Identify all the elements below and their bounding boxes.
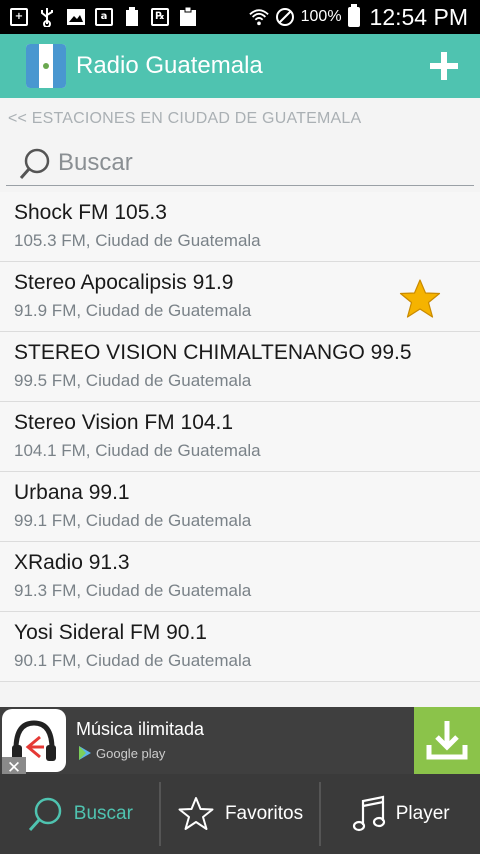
google-play-icon <box>79 746 91 760</box>
search-icon <box>18 147 50 179</box>
favorite-star-icon[interactable] <box>398 278 442 320</box>
nav-favoritos[interactable]: Favoritos <box>161 774 320 854</box>
search-input[interactable] <box>56 147 460 178</box>
battery-icon <box>347 4 360 27</box>
ad-banner[interactable]: ✕ Música ilimitada Google play <box>0 707 480 779</box>
station-name: XRadio 91.3 <box>14 551 130 574</box>
nav-buscar[interactable]: Buscar <box>0 774 159 854</box>
add-station-button[interactable] <box>430 52 458 80</box>
guatemala-flag-icon <box>26 44 66 88</box>
do-not-disturb-icon <box>275 7 295 27</box>
station-row[interactable]: Yosi Sideral FM 90.1 90.1 FM, Ciudad de G… <box>0 612 480 682</box>
station-name: Stereo Vision FM 104.1 <box>14 411 234 434</box>
image-icon <box>66 7 86 27</box>
station-row[interactable]: XRadio 91.3 91.3 FM, Ciudad de Guatemala <box>0 542 480 612</box>
station-name: Stereo Apocalipsis 91.9 <box>14 271 234 294</box>
search-bar <box>6 140 474 186</box>
station-name: Shock FM 105.3 <box>14 201 167 224</box>
station-row[interactable]: Stereo Vision FM 104.1 104.1 FM, Ciudad d… <box>0 402 480 472</box>
nav-player[interactable]: Player <box>321 774 480 854</box>
google-play-badge: Google play <box>78 745 165 761</box>
usb-icon <box>37 7 57 27</box>
amazon-icon: a <box>95 8 113 26</box>
station-name: STEREO VISION CHIMALTENANGO 99.5 <box>14 341 412 364</box>
add-box-icon: + <box>10 8 28 26</box>
station-name: Urbana 99.1 <box>14 481 130 504</box>
station-list: Shock FM 105.3 105.3 FM, Ciudad de Guatem… <box>0 192 480 682</box>
station-row[interactable]: Shock FM 105.3 105.3 FM, Ciudad de Guatem… <box>0 192 480 262</box>
station-detail: 104.1 FM, Ciudad de Guatemala <box>14 441 261 460</box>
rx-icon: ℞ <box>151 8 169 26</box>
station-row[interactable]: Stereo Apocalipsis 91.9 91.9 FM, Ciudad d… <box>0 262 480 332</box>
clock: 12:54 PM <box>369 3 468 30</box>
clipboard-icon <box>178 7 198 27</box>
status-bar: + a ℞ 100% 12:54 PM <box>0 0 480 34</box>
station-detail: 99.1 FM, Ciudad de Guatemala <box>14 511 252 530</box>
bottom-navigation: Buscar Favoritos Player <box>0 774 480 854</box>
station-detail: 99.5 FM, Ciudad de Guatemala <box>14 371 252 390</box>
station-detail: 105.3 FM, Ciudad de Guatemala <box>14 231 261 250</box>
app-bar: Radio Guatemala <box>0 34 480 98</box>
download-icon[interactable] <box>414 707 480 774</box>
wifi-icon <box>248 7 269 27</box>
search-icon <box>28 797 62 832</box>
station-row[interactable]: STEREO VISION CHIMALTENANGO 99.5 99.5 FM,… <box>0 332 480 402</box>
station-detail: 91.9 FM, Ciudad de Guatemala <box>14 301 252 320</box>
station-row[interactable]: Urbana 99.1 99.1 FM, Ciudad de Guatemala <box>0 472 480 542</box>
battery-100-icon <box>122 7 142 27</box>
battery-percent: 100% <box>300 8 342 25</box>
station-detail: 91.3 FM, Ciudad de Guatemala <box>14 581 252 600</box>
station-detail: 90.1 FM, Ciudad de Guatemala <box>14 651 252 670</box>
ad-title: Música ilimitada <box>76 719 205 739</box>
breadcrumb-back-link[interactable]: << ESTACIONES EN CIUDAD DE GUATEMALA <box>8 110 361 128</box>
music-note-icon <box>352 795 385 832</box>
star-icon <box>178 797 214 830</box>
station-name: Yosi Sideral FM 90.1 <box>14 621 207 644</box>
app-title: Radio Guatemala <box>76 52 263 79</box>
